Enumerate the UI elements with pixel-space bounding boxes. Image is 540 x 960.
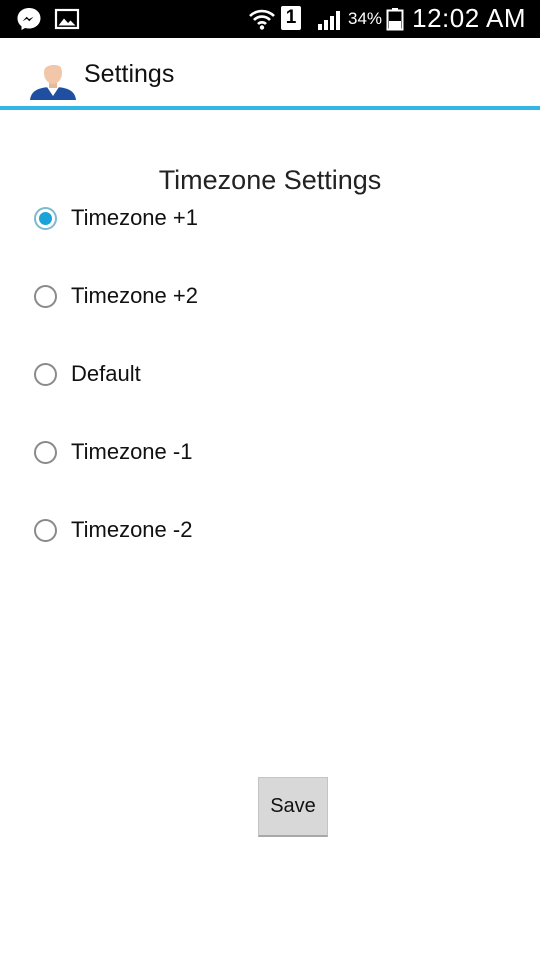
radio-label: Timezone +2 bbox=[71, 283, 198, 308]
radio-button[interactable] bbox=[34, 518, 57, 542]
radio-button-checked[interactable] bbox=[34, 206, 57, 230]
status-bar: 1 34% 12:02 AM bbox=[0, 0, 540, 38]
radio-option-default[interactable]: Default bbox=[34, 354, 474, 394]
sim-icon: 1 bbox=[281, 6, 301, 30]
radio-label: Timezone +1 bbox=[71, 205, 198, 230]
battery-icon bbox=[386, 8, 404, 31]
gallery-icon bbox=[54, 8, 80, 30]
section-title: Timezone Settings bbox=[158, 165, 382, 195]
wifi-icon bbox=[249, 9, 275, 30]
radio-option-timezone-plus-1[interactable]: Timezone +1 bbox=[34, 198, 474, 238]
radio-label: Default bbox=[71, 361, 141, 386]
page-title: Settings bbox=[84, 60, 175, 88]
messenger-icon bbox=[17, 8, 41, 30]
clock: 12:02 AM bbox=[412, 3, 526, 33]
action-bar bbox=[0, 38, 540, 110]
battery-percent: 34% bbox=[348, 9, 383, 28]
radio-button[interactable] bbox=[34, 284, 57, 308]
radio-button[interactable] bbox=[34, 362, 57, 386]
radio-label: Timezone -1 bbox=[71, 439, 193, 464]
radio-option-timezone-plus-2[interactable]: Timezone +2 bbox=[34, 276, 474, 316]
avatar-icon[interactable] bbox=[28, 56, 78, 100]
radio-label: Timezone -2 bbox=[71, 517, 193, 542]
radio-option-timezone-minus-1[interactable]: Timezone -1 bbox=[34, 432, 474, 472]
radio-option-timezone-minus-2[interactable]: Timezone -2 bbox=[34, 510, 474, 550]
save-button[interactable]: Save bbox=[258, 777, 328, 837]
signal-icon bbox=[318, 11, 340, 30]
radio-button[interactable] bbox=[34, 440, 57, 464]
